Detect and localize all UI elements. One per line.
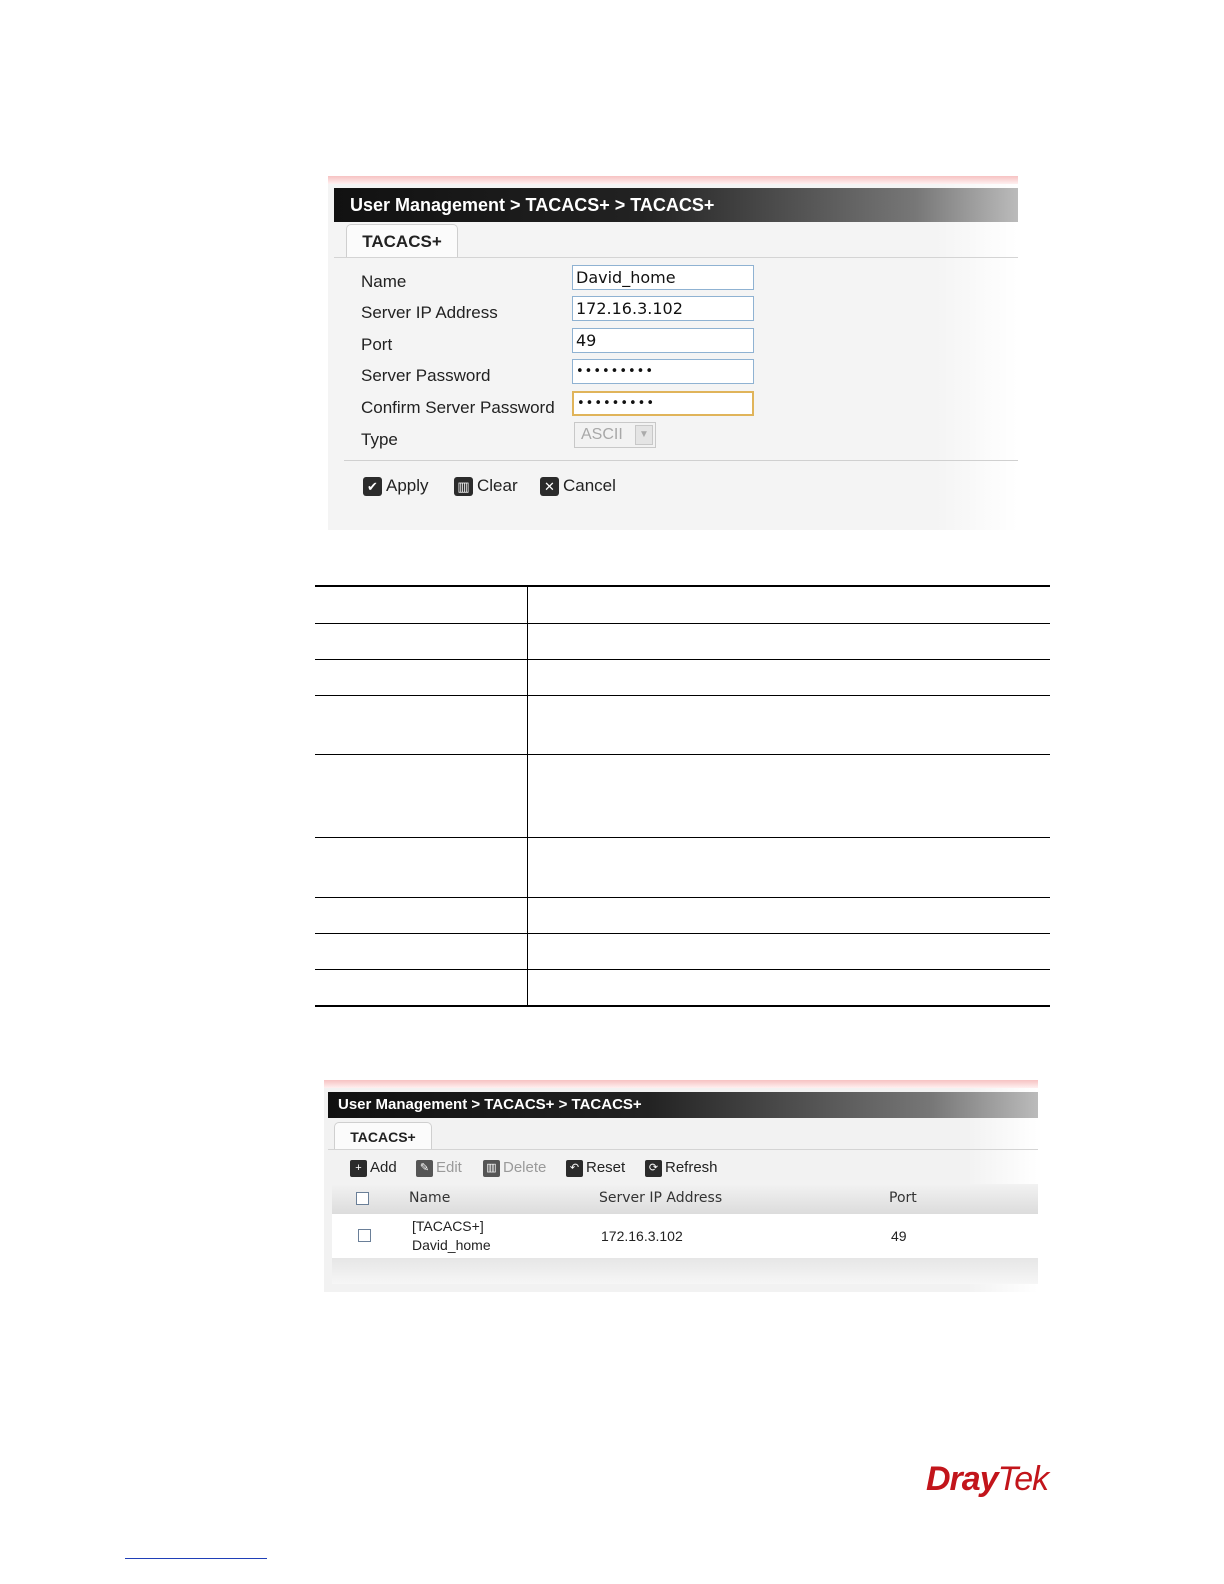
- table-row: [315, 897, 1050, 934]
- add-label: Add: [370, 1159, 397, 1176]
- logo-dray: Dray: [926, 1460, 999, 1498]
- table-bottom-rule: [315, 1005, 1050, 1007]
- table-column-divider: [527, 585, 528, 1006]
- server-password-label: Server Password: [361, 366, 491, 385]
- row-name-line1: [TACACS+]: [412, 1218, 484, 1234]
- tab-divider: [334, 257, 1018, 258]
- table-row: [315, 754, 1050, 838]
- tab-tacacs[interactable]: TACACS+: [346, 224, 458, 258]
- delete-button[interactable]: ▥ Delete: [483, 1158, 546, 1178]
- clear-button[interactable]: ▥ Clear: [454, 474, 518, 498]
- table-footer: [332, 1258, 1038, 1284]
- refresh-icon: ⟳: [645, 1159, 662, 1177]
- column-header-port: Port: [889, 1190, 917, 1206]
- cancel-label: Cancel: [563, 476, 616, 495]
- refresh-button[interactable]: ⟳ Refresh: [645, 1158, 718, 1178]
- trash-icon: ▥: [483, 1159, 500, 1177]
- table-row[interactable]: [TACACS+] David_home 172.16.3.102 49: [332, 1214, 1038, 1258]
- type-label: Type: [361, 430, 398, 449]
- type-select[interactable]: ASCII ▼: [574, 422, 656, 448]
- cancel-button[interactable]: ✕ Cancel: [540, 474, 616, 498]
- server-ip-input[interactable]: 172.16.3.102: [572, 296, 754, 321]
- reset-label: Reset: [586, 1159, 626, 1176]
- edit-label: Edit: [436, 1159, 462, 1176]
- footer-link-underline[interactable]: [125, 1558, 267, 1559]
- edit-button[interactable]: ✎ Edit: [416, 1158, 462, 1178]
- refresh-label: Refresh: [665, 1159, 718, 1176]
- row-checkbox[interactable]: [358, 1229, 371, 1242]
- column-header-name: Name: [409, 1190, 451, 1206]
- apply-label: Apply: [386, 476, 429, 495]
- tab-divider: [328, 1149, 1038, 1150]
- server-ip-label: Server IP Address: [361, 303, 498, 322]
- table-row: [315, 969, 1050, 1005]
- tacacs-form-panel: User Management > TACACS+ > TACACS+ TACA…: [328, 176, 1018, 530]
- name-label: Name: [361, 272, 407, 291]
- select-all-checkbox[interactable]: [356, 1192, 369, 1205]
- button-divider: [344, 460, 1018, 461]
- tab-tacacs[interactable]: TACACS+: [334, 1122, 432, 1150]
- apply-button[interactable]: ✔ Apply: [363, 474, 429, 498]
- panel-title: User Management > TACACS+ > TACACS+: [334, 188, 1018, 222]
- undo-icon: ↶: [566, 1159, 583, 1177]
- add-button[interactable]: + Add: [350, 1158, 397, 1178]
- table-header: Name Server IP Address Port: [332, 1184, 1038, 1214]
- row-port: 49: [891, 1228, 907, 1244]
- port-input[interactable]: 49: [572, 328, 754, 353]
- pencil-icon: ✎: [416, 1159, 433, 1177]
- table-row: [315, 587, 1050, 624]
- table-row: [315, 695, 1050, 755]
- check-icon: ✔: [363, 476, 382, 496]
- port-label: Port: [361, 335, 393, 354]
- confirm-password-input[interactable]: •••••••••: [572, 391, 754, 416]
- table-row: [315, 837, 1050, 898]
- logo-tek: Tek: [997, 1460, 1050, 1498]
- panel-title: User Management > TACACS+ > TACACS+: [328, 1092, 1038, 1118]
- draytek-logo: DrayTek: [926, 1460, 1050, 1499]
- server-password-input[interactable]: •••••••••: [572, 359, 754, 384]
- table-row: [315, 623, 1050, 660]
- chevron-down-icon: ▼: [635, 425, 653, 445]
- type-select-value: ASCII: [581, 426, 623, 443]
- plus-icon: +: [350, 1159, 367, 1177]
- close-icon: ✕: [540, 476, 559, 496]
- trash-icon: ▥: [454, 476, 473, 496]
- table-row: [315, 933, 1050, 970]
- row-server-ip: 172.16.3.102: [601, 1228, 683, 1244]
- name-input[interactable]: David_home: [572, 265, 754, 290]
- row-name-line2: David_home: [412, 1237, 491, 1253]
- table-row: [315, 659, 1050, 696]
- delete-label: Delete: [503, 1159, 547, 1176]
- column-header-server-ip: Server IP Address: [599, 1190, 723, 1206]
- confirm-password-label: Confirm Server Password: [361, 398, 555, 417]
- tacacs-list-panel: User Management > TACACS+ > TACACS+ TACA…: [324, 1080, 1038, 1292]
- reset-button[interactable]: ↶ Reset: [566, 1158, 625, 1178]
- clear-label: Clear: [477, 476, 518, 495]
